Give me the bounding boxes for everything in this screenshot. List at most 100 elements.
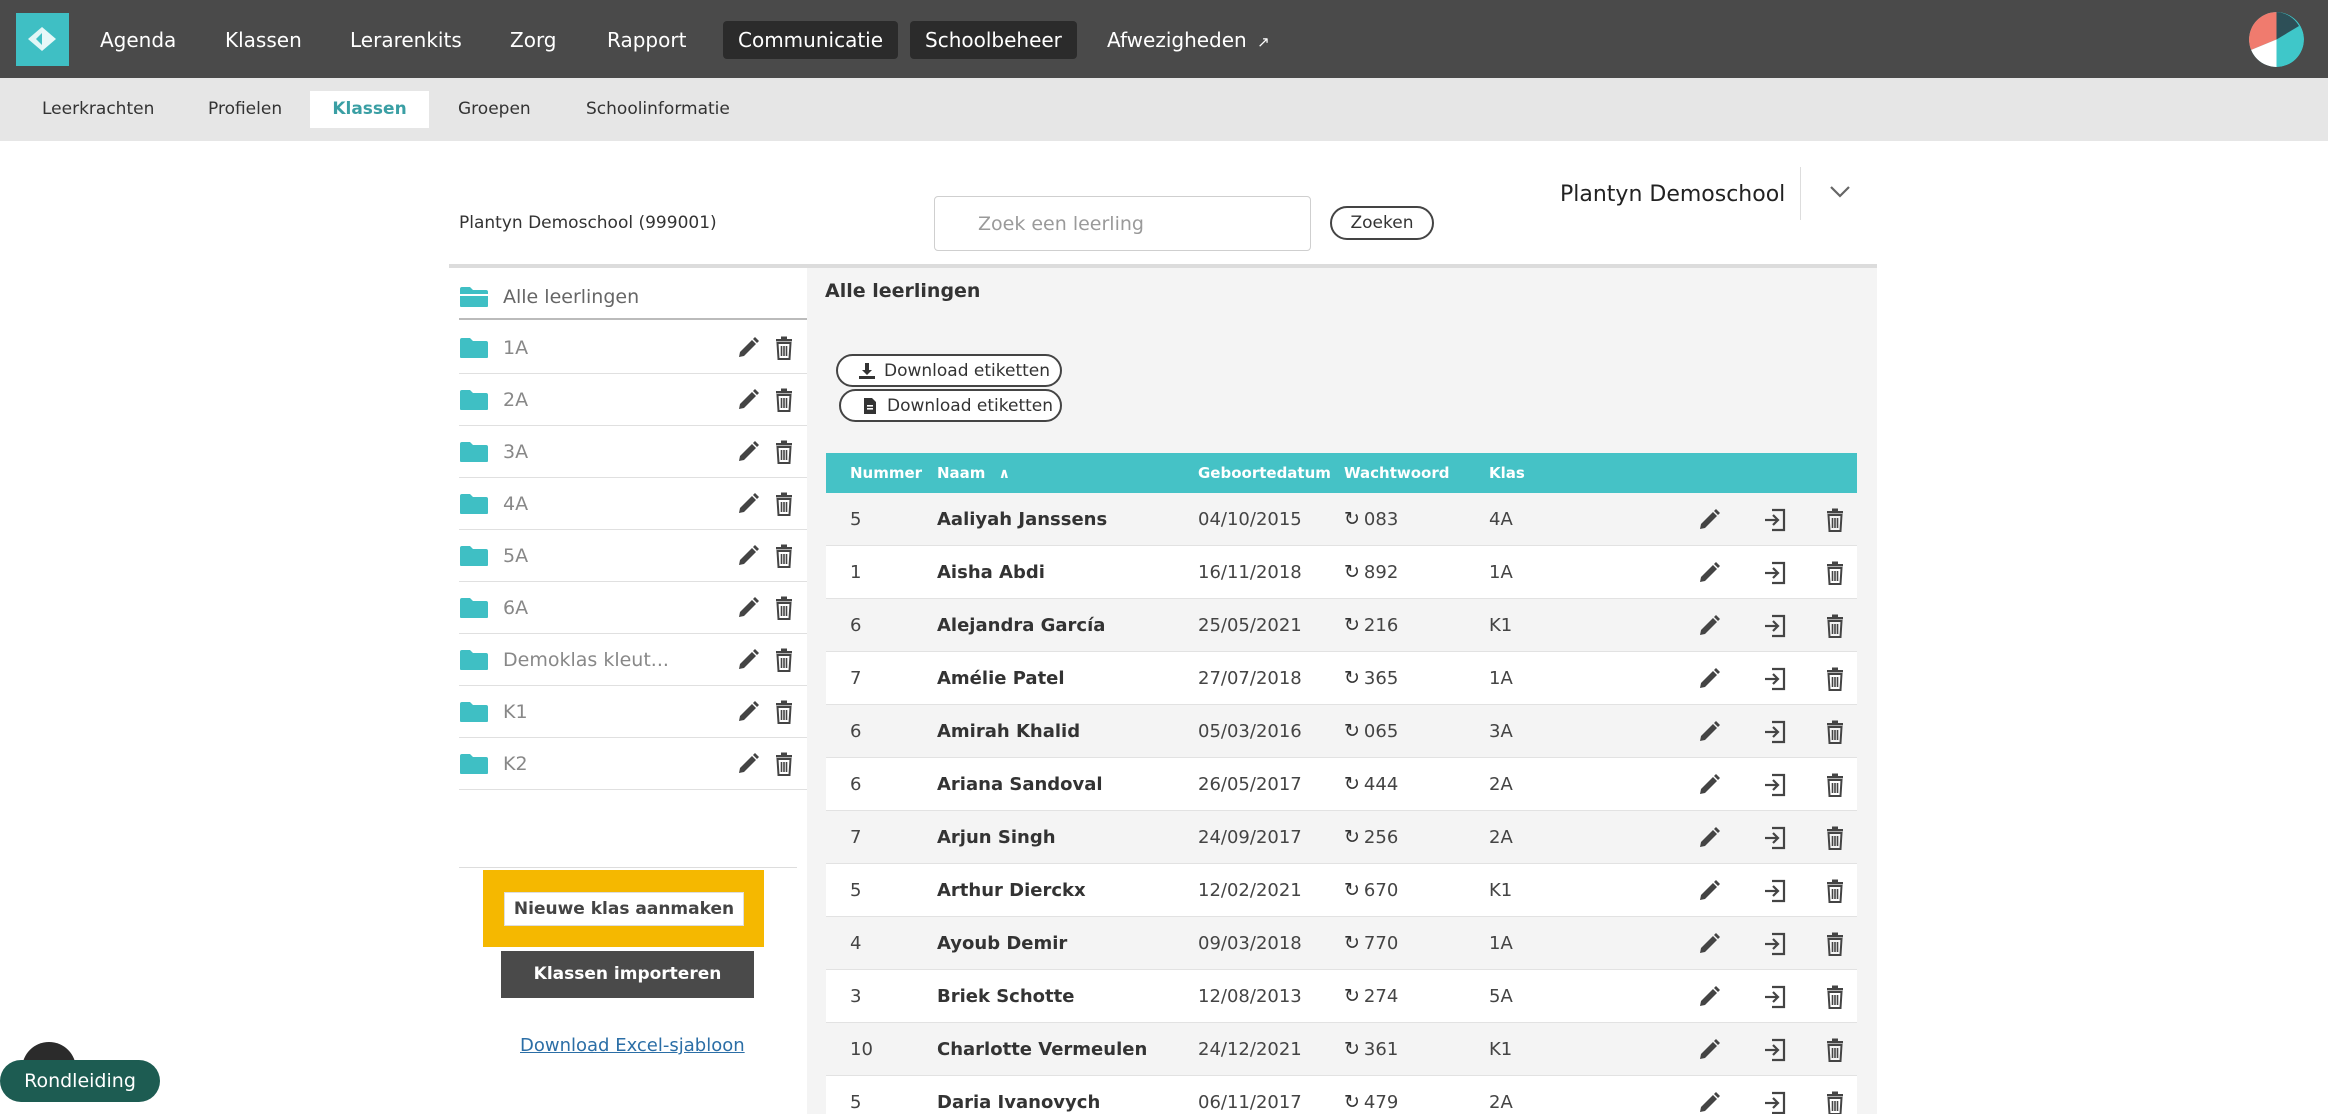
edit-student-icon[interactable] [1696, 878, 1722, 904]
delete-student-icon[interactable] [1822, 560, 1848, 586]
student-name[interactable]: Alejandra García [937, 599, 1105, 652]
class-item[interactable]: 6A [459, 582, 807, 634]
class-item[interactable]: 4A [459, 478, 807, 530]
edit-student-icon[interactable] [1696, 984, 1722, 1010]
delete-student-icon[interactable] [1822, 772, 1848, 798]
student-row[interactable]: 6 Ariana Sandoval 26/05/2017 ↻ 444 2A [826, 758, 1857, 811]
login-as-student-icon[interactable] [1762, 878, 1788, 904]
class-item[interactable]: 2A [459, 374, 807, 426]
student-name[interactable]: Arthur Dierckx [937, 864, 1086, 917]
edit-student-icon[interactable] [1696, 560, 1722, 586]
student-row[interactable]: 5 Daria Ivanovych 06/11/2017 ↻ 479 2A [826, 1076, 1857, 1114]
edit-student-icon[interactable] [1696, 719, 1722, 745]
edit-class-icon[interactable] [735, 387, 761, 413]
tab-klassen[interactable]: Klassen [310, 91, 429, 128]
search-button[interactable]: Zoeken [1330, 206, 1434, 240]
edit-student-icon[interactable] [1696, 825, 1722, 851]
delete-student-icon[interactable] [1822, 719, 1848, 745]
tab-profielen[interactable]: Profielen [196, 91, 294, 128]
nav-klassen[interactable]: Klassen [210, 21, 317, 59]
new-class-button[interactable]: Nieuwe klas aanmaken [504, 892, 744, 926]
delete-class-icon[interactable] [771, 595, 797, 621]
delete-student-icon[interactable] [1822, 878, 1848, 904]
column-geboortedatum[interactable]: Geboortedatum [1198, 453, 1331, 493]
student-name[interactable]: Briek Schotte [937, 970, 1074, 1023]
school-selector[interactable]: Plantyn Demoschool [1560, 167, 1860, 223]
student-name[interactable]: Daria Ivanovych [937, 1076, 1100, 1114]
all-students-item[interactable]: Alle leerlingen [459, 276, 807, 320]
delete-student-icon[interactable] [1822, 984, 1848, 1010]
delete-student-icon[interactable] [1822, 825, 1848, 851]
class-item[interactable]: 1A [459, 322, 807, 374]
class-item[interactable]: K2 [459, 738, 807, 790]
student-row[interactable]: 6 Amirah Khalid 05/03/2016 ↻ 065 3A [826, 705, 1857, 758]
column-nummer[interactable]: Nummer [850, 453, 922, 493]
delete-student-icon[interactable] [1822, 613, 1848, 639]
delete-class-icon[interactable] [771, 335, 797, 361]
student-name[interactable]: Ariana Sandoval [937, 758, 1103, 811]
student-name[interactable]: Aaliyah Janssens [937, 493, 1107, 546]
login-as-student-icon[interactable] [1762, 719, 1788, 745]
reset-password-icon[interactable]: ↻ [1344, 720, 1360, 742]
edit-student-icon[interactable] [1696, 613, 1722, 639]
login-as-student-icon[interactable] [1762, 1037, 1788, 1063]
reset-password-icon[interactable]: ↻ [1344, 826, 1360, 848]
delete-student-icon[interactable] [1822, 931, 1848, 957]
delete-class-icon[interactable] [771, 387, 797, 413]
tab-groepen[interactable]: Groepen [446, 91, 543, 128]
student-row[interactable]: 4 Ayoub Demir 09/03/2018 ↻ 770 1A [826, 917, 1857, 970]
student-row[interactable]: 6 Alejandra García 25/05/2021 ↻ 216 K1 [826, 599, 1857, 652]
edit-student-icon[interactable] [1696, 507, 1722, 533]
delete-student-icon[interactable] [1822, 1090, 1848, 1114]
edit-student-icon[interactable] [1696, 772, 1722, 798]
download-labels-button[interactable]: Download etiketten [836, 354, 1062, 387]
tour-button[interactable]: Rondleiding [0, 1060, 160, 1102]
column-klas[interactable]: Klas [1489, 453, 1525, 493]
reset-password-icon[interactable]: ↻ [1344, 1038, 1360, 1060]
edit-student-icon[interactable] [1696, 666, 1722, 692]
reset-password-icon[interactable]: ↻ [1344, 932, 1360, 954]
delete-class-icon[interactable] [771, 439, 797, 465]
student-row[interactable]: 7 Arjun Singh 24/09/2017 ↻ 256 2A [826, 811, 1857, 864]
nav-communicatie[interactable]: Communicatie [723, 21, 899, 59]
nav-zorg[interactable]: Zorg [495, 21, 572, 59]
login-as-student-icon[interactable] [1762, 1090, 1788, 1114]
column-naam[interactable]: Naam ∧ [937, 453, 1010, 494]
reset-password-icon[interactable]: ↻ [1344, 1091, 1360, 1113]
user-avatar[interactable] [2249, 12, 2304, 67]
login-as-student-icon[interactable] [1762, 507, 1788, 533]
login-as-student-icon[interactable] [1762, 772, 1788, 798]
delete-student-icon[interactable] [1822, 507, 1848, 533]
reset-password-icon[interactable]: ↻ [1344, 508, 1360, 530]
edit-student-icon[interactable] [1696, 931, 1722, 957]
edit-class-icon[interactable] [735, 439, 761, 465]
delete-student-icon[interactable] [1822, 1037, 1848, 1063]
tab-schoolinformatie[interactable]: Schoolinformatie [574, 91, 742, 128]
delete-student-icon[interactable] [1822, 666, 1848, 692]
delete-class-icon[interactable] [771, 699, 797, 725]
edit-student-icon[interactable] [1696, 1090, 1722, 1114]
delete-class-icon[interactable] [771, 647, 797, 673]
delete-class-icon[interactable] [771, 543, 797, 569]
student-row[interactable]: 5 Arthur Dierckx 12/02/2021 ↻ 670 K1 [826, 864, 1857, 917]
class-item[interactable]: 5A [459, 530, 807, 582]
edit-class-icon[interactable] [735, 751, 761, 777]
reset-password-icon[interactable]: ↻ [1344, 667, 1360, 689]
edit-class-icon[interactable] [735, 543, 761, 569]
column-wachtwoord[interactable]: Wachtwoord [1344, 453, 1449, 493]
reset-password-icon[interactable]: ↻ [1344, 614, 1360, 636]
student-row[interactable]: 5 Aaliyah Janssens 04/10/2015 ↻ 083 4A [826, 493, 1857, 546]
login-as-student-icon[interactable] [1762, 984, 1788, 1010]
student-row[interactable]: 1 Aisha Abdi 16/11/2018 ↻ 892 1A [826, 546, 1857, 599]
edit-class-icon[interactable] [735, 335, 761, 361]
student-row[interactable]: 10 Charlotte Vermeulen 24/12/2021 ↻ 361 K1 [826, 1023, 1857, 1076]
login-as-student-icon[interactable] [1762, 825, 1788, 851]
login-as-student-icon[interactable] [1762, 666, 1788, 692]
download-excel-template-link[interactable]: Download Excel-sjabloon [520, 1035, 745, 1056]
student-name[interactable]: Aisha Abdi [937, 546, 1045, 599]
class-item[interactable]: K1 [459, 686, 807, 738]
student-row[interactable]: 3 Briek Schotte 12/08/2013 ↻ 274 5A [826, 970, 1857, 1023]
login-as-student-icon[interactable] [1762, 560, 1788, 586]
tab-leerkrachten[interactable]: Leerkrachten [30, 91, 166, 128]
nav-afwezigheden[interactable]: Afwezigheden ↗ [1092, 21, 1285, 59]
